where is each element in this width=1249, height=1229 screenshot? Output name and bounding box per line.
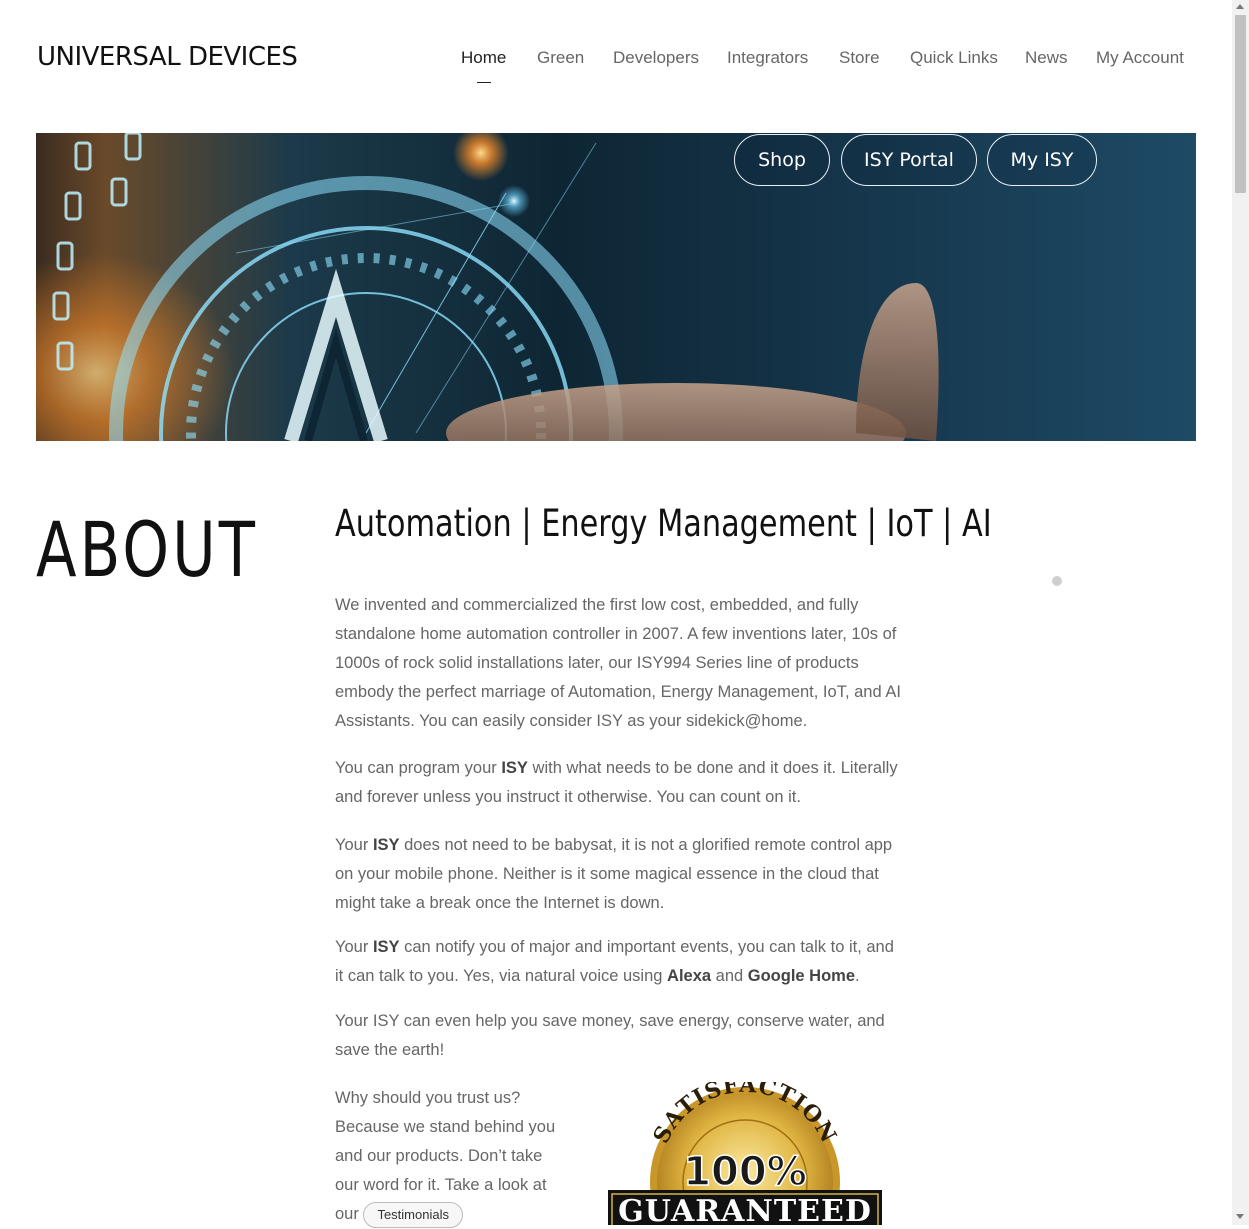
nav-my-account[interactable]: My Account xyxy=(1096,48,1184,68)
shop-button[interactable]: Shop xyxy=(734,134,830,186)
satisfaction-guaranteed-badge: SATISFACTION 100% GUARANTEED xyxy=(608,1082,882,1225)
about-paragraph-3: Your ISY does not need to be babysat, it… xyxy=(335,836,893,912)
slider-dot[interactable] xyxy=(1052,576,1062,586)
scroll-down-arrow-icon[interactable] xyxy=(1236,1214,1244,1219)
nav-green[interactable]: Green xyxy=(537,48,584,68)
scrollbar-thumb[interactable] xyxy=(1235,15,1246,193)
about-paragraph-5: Your ISY can even help you save money, s… xyxy=(335,1012,885,1059)
testimonials-button[interactable]: Testimonials xyxy=(363,1201,463,1228)
about-tagline: Automation | Energy Management | IoT | A… xyxy=(335,502,992,545)
nav-quick-links[interactable]: Quick Links xyxy=(910,48,998,68)
about-paragraph-2: You can program your ISY with what needs… xyxy=(335,759,898,806)
about-title: ABOUT xyxy=(36,505,259,594)
nav-store[interactable]: Store xyxy=(839,48,880,68)
nav-news[interactable]: News xyxy=(1025,48,1068,68)
nav-home[interactable]: Home xyxy=(461,48,506,68)
my-isy-button[interactable]: My ISY xyxy=(987,134,1097,186)
page-scrollbar[interactable] xyxy=(1232,0,1249,1225)
about-paragraph-4: Your ISY can notify you of major and imp… xyxy=(335,938,894,985)
nav-integrators[interactable]: Integrators xyxy=(727,48,808,68)
isy-portal-button[interactable]: ISY Portal xyxy=(841,134,977,186)
site-logo[interactable]: UNIVERSAL DEVICES xyxy=(37,42,298,72)
active-nav-indicator xyxy=(477,82,491,83)
scroll-up-arrow-icon[interactable] xyxy=(1236,4,1244,9)
nav-developers[interactable]: Developers xyxy=(613,48,699,68)
svg-text:100%: 100% xyxy=(683,1149,807,1195)
svg-text:GUARANTEED: GUARANTEED xyxy=(618,1194,872,1225)
about-paragraph-1: We invented and commercialized the first… xyxy=(335,596,901,730)
trust-paragraph: Why should you trust us? Because we stan… xyxy=(335,1084,570,1229)
hero-banner: Shop ISY Portal My ISY xyxy=(36,133,1196,441)
